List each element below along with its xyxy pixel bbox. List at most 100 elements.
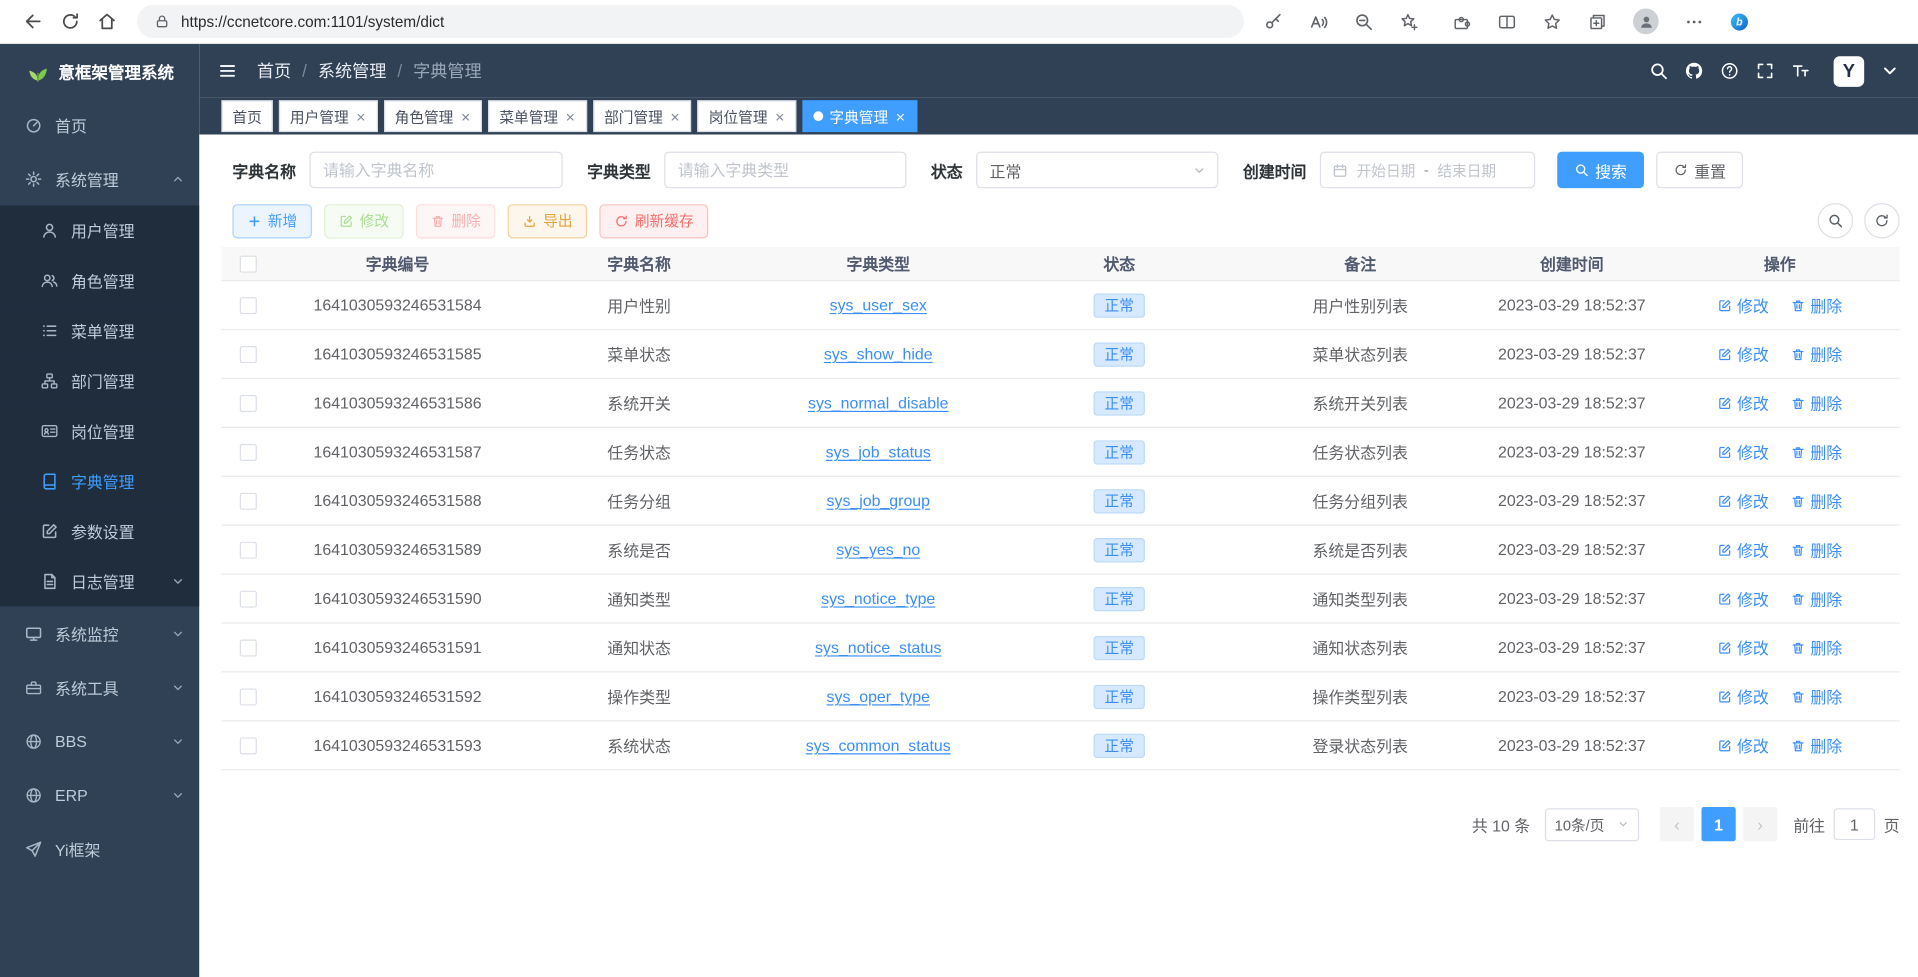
sidebar-item-config[interactable]: 参数设置 xyxy=(0,506,199,556)
row-checkbox[interactable] xyxy=(240,297,257,314)
breadcrumb-item[interactable]: 系统管理 xyxy=(318,59,386,83)
github-icon[interactable] xyxy=(1684,61,1704,81)
row-checkbox[interactable] xyxy=(240,443,257,460)
sidebar-item-log[interactable]: 日志管理 xyxy=(0,556,199,606)
tab-role[interactable]: 角色管理× xyxy=(384,100,483,132)
row-checkbox[interactable] xyxy=(240,492,257,509)
row-edit-link[interactable]: 修改 xyxy=(1717,293,1768,316)
zoom-out-icon[interactable] xyxy=(1354,12,1374,32)
close-icon[interactable]: × xyxy=(564,108,576,124)
row-delete-link[interactable]: 删除 xyxy=(1791,685,1842,708)
dict-type-link[interactable]: sys_common_status xyxy=(806,736,951,754)
sidebar-item-post[interactable]: 岗位管理 xyxy=(0,406,199,456)
row-delete-link[interactable]: 删除 xyxy=(1791,538,1842,561)
address-bar[interactable]: https://ccnetcore.com:1101/system/dict xyxy=(137,5,1244,38)
dict-type-link[interactable]: sys_job_group xyxy=(827,492,930,510)
dict-type-link[interactable]: sys_notice_type xyxy=(821,589,935,607)
sidebar-item-menu[interactable]: 菜单管理 xyxy=(0,306,199,356)
row-checkbox[interactable] xyxy=(240,737,257,754)
show-search-toggle-button[interactable] xyxy=(1818,203,1853,238)
row-edit-link[interactable]: 修改 xyxy=(1717,538,1768,561)
close-icon[interactable]: × xyxy=(774,108,786,124)
refresh-cache-button[interactable]: 刷新缓存 xyxy=(599,204,708,238)
sidebar-item-monitor[interactable]: 系统监控 xyxy=(0,606,199,660)
delete-button[interactable]: 删除 xyxy=(416,204,496,238)
tab-dict[interactable]: 字典管理× xyxy=(803,100,918,132)
browser-profile-avatar[interactable] xyxy=(1633,9,1659,35)
extensions-puzzle-icon[interactable] xyxy=(1452,12,1472,32)
user-avatar[interactable]: Y xyxy=(1834,56,1865,87)
refresh-table-button[interactable] xyxy=(1864,203,1899,238)
bing-copilot-icon[interactable] xyxy=(1730,12,1750,32)
row-delete-link[interactable]: 删除 xyxy=(1791,489,1842,512)
next-page-button[interactable]: › xyxy=(1743,807,1777,841)
browser-menu-dots-icon[interactable] xyxy=(1684,12,1704,32)
close-icon[interactable]: × xyxy=(669,108,681,124)
sidebar-item-user[interactable]: 用户管理 xyxy=(0,205,199,255)
sidebar-item-home[interactable]: 首页 xyxy=(0,98,199,152)
avatar-caret-icon[interactable] xyxy=(1880,61,1900,81)
row-edit-link[interactable]: 修改 xyxy=(1717,391,1768,414)
sidebar-item-dict[interactable]: 字典管理 xyxy=(0,456,199,506)
current-page-button[interactable]: 1 xyxy=(1701,807,1735,841)
tab-menu[interactable]: 菜单管理× xyxy=(488,100,587,132)
sidebar-item-bbs[interactable]: BBS xyxy=(0,714,199,768)
dict-type-link[interactable]: sys_oper_type xyxy=(827,687,930,705)
row-delete-link[interactable]: 删除 xyxy=(1791,636,1842,659)
row-delete-link[interactable]: 删除 xyxy=(1791,342,1842,365)
dict-type-link[interactable]: sys_job_status xyxy=(826,443,931,461)
tab-user[interactable]: 用户管理× xyxy=(279,100,378,132)
export-button[interactable]: 导出 xyxy=(508,204,588,238)
dict-type-link[interactable]: sys_show_hide xyxy=(824,345,933,363)
dict-type-link[interactable]: sys_yes_no xyxy=(836,540,920,558)
dict-type-link[interactable]: sys_notice_status xyxy=(815,638,941,656)
search-button[interactable]: 搜索 xyxy=(1557,152,1644,189)
sidebar-item-tool[interactable]: 系统工具 xyxy=(0,660,199,714)
sidebar-item-yi[interactable]: Yi框架 xyxy=(0,822,199,876)
row-checkbox[interactable] xyxy=(240,590,257,607)
tab-home[interactable]: 首页 xyxy=(221,100,272,132)
fullscreen-icon[interactable] xyxy=(1755,61,1775,81)
row-edit-link[interactable]: 修改 xyxy=(1717,440,1768,463)
dict-type-link[interactable]: sys_user_sex xyxy=(830,296,927,314)
tab-post[interactable]: 岗位管理× xyxy=(698,100,797,132)
browser-refresh-button[interactable] xyxy=(51,4,88,38)
close-icon[interactable]: × xyxy=(459,108,471,124)
row-edit-link[interactable]: 修改 xyxy=(1717,685,1768,708)
page-size-select[interactable]: 10条/页 xyxy=(1545,808,1639,841)
select-all-checkbox[interactable] xyxy=(240,255,257,272)
dict-name-input[interactable] xyxy=(309,152,562,189)
search-icon[interactable] xyxy=(1649,61,1669,81)
sidebar-item-system[interactable]: 系统管理 xyxy=(0,152,199,206)
reset-button[interactable]: 重置 xyxy=(1656,152,1743,189)
row-delete-link[interactable]: 删除 xyxy=(1791,440,1842,463)
font-size-icon[interactable] xyxy=(1791,61,1811,81)
favorites-star-icon[interactable] xyxy=(1542,12,1562,32)
sidebar-item-erp[interactable]: ERP xyxy=(0,768,199,822)
dict-type-link[interactable]: sys_normal_disable xyxy=(808,394,949,412)
close-icon[interactable]: × xyxy=(894,108,906,124)
row-delete-link[interactable]: 删除 xyxy=(1791,293,1842,316)
row-delete-link[interactable]: 删除 xyxy=(1791,391,1842,414)
row-edit-link[interactable]: 修改 xyxy=(1717,636,1768,659)
add-button[interactable]: 新增 xyxy=(232,204,312,238)
row-edit-link[interactable]: 修改 xyxy=(1717,489,1768,512)
row-checkbox[interactable] xyxy=(240,541,257,558)
browser-back-button[interactable] xyxy=(15,4,52,38)
row-edit-link[interactable]: 修改 xyxy=(1717,734,1768,757)
password-key-icon[interactable] xyxy=(1264,12,1284,32)
row-checkbox[interactable] xyxy=(240,345,257,362)
row-checkbox[interactable] xyxy=(240,688,257,705)
row-delete-link[interactable]: 删除 xyxy=(1791,587,1842,610)
close-icon[interactable]: × xyxy=(355,108,367,124)
status-select[interactable]: 正常 xyxy=(976,152,1218,189)
edit-button[interactable]: 修改 xyxy=(324,204,404,238)
row-checkbox[interactable] xyxy=(240,639,257,656)
sidebar-item-dept[interactable]: 部门管理 xyxy=(0,356,199,406)
sidebar-item-role[interactable]: 角色管理 xyxy=(0,256,199,306)
row-edit-link[interactable]: 修改 xyxy=(1717,587,1768,610)
row-checkbox[interactable] xyxy=(240,394,257,411)
browser-home-button[interactable] xyxy=(88,4,125,38)
read-aloud-icon[interactable] xyxy=(1309,12,1329,32)
date-range-picker[interactable]: 开始日期 - 结束日期 xyxy=(1320,152,1535,189)
